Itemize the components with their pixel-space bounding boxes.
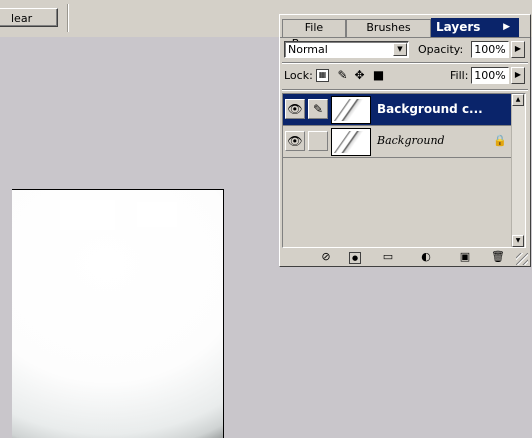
blend-row: Normal ▼ Opacity: 100% ▶ <box>284 41 528 59</box>
opacity-label: Opacity: <box>418 43 464 56</box>
tab-brushes[interactable]: Brushes <box>346 19 431 37</box>
lock-transparency-icon[interactable]: ▦ <box>316 69 329 82</box>
layer-name[interactable]: Background <box>377 134 445 147</box>
layer-name[interactable]: Background c... <box>377 102 483 116</box>
layer-thumbnail <box>331 128 371 156</box>
scroll-down-icon[interactable]: ▼ <box>512 235 524 247</box>
blend-mode-select[interactable]: Normal ▼ <box>284 41 409 58</box>
blend-mode-value: Normal <box>288 43 328 56</box>
canvas-highlight <box>60 200 115 230</box>
trash-icon[interactable]: 🗑 <box>490 250 506 264</box>
tab-layers-label: Layers <box>436 20 481 34</box>
layer-thumbnail <box>331 96 371 124</box>
divider <box>282 62 528 64</box>
mask-icon[interactable]: ● <box>349 252 361 264</box>
lock-icon: 🔒 <box>493 134 507 147</box>
layer-style-icon[interactable]: ⊘ <box>318 250 334 264</box>
adjustment-icon[interactable]: ◐ <box>418 250 434 264</box>
scroll-up-icon[interactable]: ▲ <box>512 94 524 106</box>
layer-row[interactable]: 👁 Background 🔒 <box>283 126 513 158</box>
eye-icon[interactable]: 👁 <box>285 99 305 119</box>
brush-icon[interactable]: ✎ <box>308 99 328 119</box>
fill-label: Fill: <box>450 69 469 82</box>
eye-icon[interactable]: 👁 <box>285 131 305 151</box>
lock-row: Lock: ▦ ✎ ✥ ■ Fill: 100% ▶ <box>284 67 528 85</box>
options-separator <box>67 4 69 32</box>
fill-arrow-icon[interactable]: ▶ <box>511 67 525 84</box>
chevron-down-icon[interactable]: ▼ <box>393 43 407 56</box>
layers-list: 👁 ✎ Background c... 👁 Background 🔒 ▲ ▼ <box>282 93 526 248</box>
new-layer-icon[interactable]: ▣ <box>457 250 473 264</box>
resize-grip[interactable] <box>516 253 528 265</box>
link-slot[interactable] <box>308 131 328 151</box>
palette-menu-icon[interactable]: ▶ <box>503 19 510 35</box>
canvas-highlight <box>137 202 177 227</box>
lock-all-icon[interactable]: ■ <box>372 69 385 82</box>
folder-icon[interactable]: ▭ <box>380 250 396 264</box>
tab-layers[interactable]: Layers ▶ <box>431 18 519 37</box>
palette-bottom-bar: ⊘ ● ▭ ◐ ▣ 🗑 <box>282 250 528 265</box>
lock-move-icon[interactable]: ✥ <box>353 69 366 82</box>
opacity-field[interactable]: 100% <box>471 41 509 58</box>
opacity-arrow-icon[interactable]: ▶ <box>511 41 525 58</box>
layer-row[interactable]: 👁 ✎ Background c... <box>283 94 513 126</box>
fill-field[interactable]: 100% <box>471 67 509 84</box>
document-canvas[interactable] <box>12 189 224 438</box>
lock-brush-icon[interactable]: ✎ <box>336 69 349 82</box>
palette-tabs: File Browser Brushes Layers ▶ <box>280 15 530 50</box>
divider <box>282 89 528 91</box>
layers-scrollbar[interactable]: ▲ ▼ <box>511 94 525 247</box>
lock-label: Lock: <box>284 69 313 82</box>
clear-button[interactable]: lear <box>0 8 58 27</box>
tab-file-browser[interactable]: File Browser <box>282 19 346 50</box>
layers-palette: File Browser Brushes Layers ▶ Normal ▼ O… <box>279 14 531 267</box>
